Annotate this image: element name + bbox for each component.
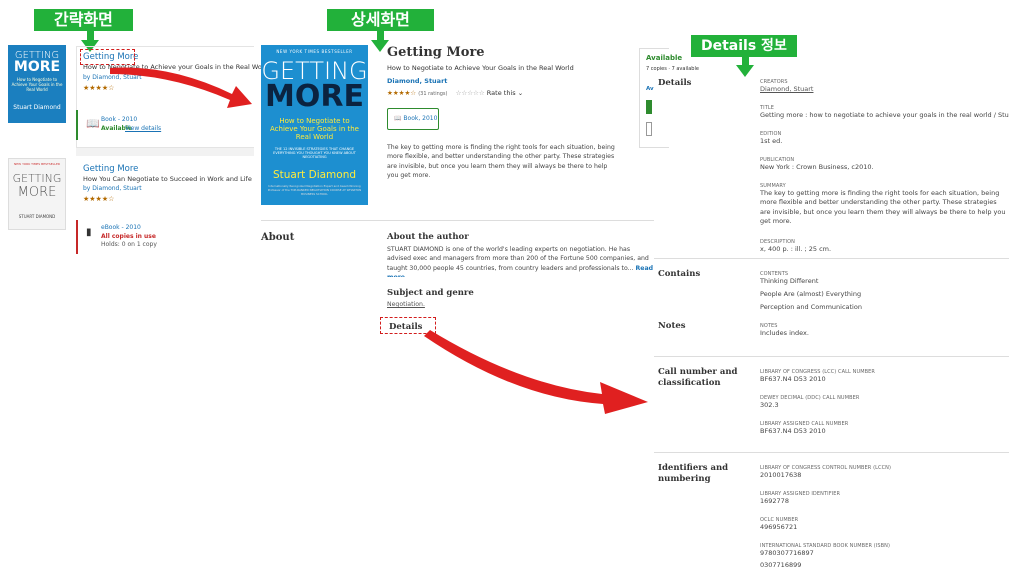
- item2-subtitle: How You Can Negotiate to Succeed in Work…: [83, 175, 252, 183]
- cover-line2: MORE: [13, 58, 61, 75]
- item1-author[interactable]: by Diamond, Stuart: [83, 74, 142, 81]
- place-hold-button[interactable]: [646, 100, 652, 114]
- subject-negotiation-link[interactable]: Negotiation.: [387, 301, 425, 308]
- contents-item: Thinking Different: [760, 277, 819, 285]
- book-cover-item1[interactable]: GETTING MORE How to Negotiate to Achieve…: [8, 45, 66, 123]
- notes-value: Includes index.: [760, 329, 809, 337]
- item2-rating-stars: ★★★★☆: [83, 195, 115, 203]
- rate-this-button[interactable]: Rate this ⌄: [487, 89, 523, 97]
- availability-copies: 7 copies · 7 available: [646, 66, 699, 72]
- detail-view-label: 상세화면: [327, 9, 434, 31]
- about-author-heading: About the author: [387, 232, 469, 242]
- rate-stars-input[interactable]: ☆☆☆☆☆: [456, 89, 485, 97]
- contents-item: People Are (almost) Everything: [760, 290, 862, 298]
- book-open-icon: 📖: [86, 117, 100, 130]
- divider: [261, 220, 654, 221]
- notes-heading: Notes: [658, 321, 686, 331]
- detail-subtitle: How to Negotiate to Achieve Your Goals i…: [387, 64, 574, 72]
- cover2-line2: MORE: [17, 185, 57, 200]
- title-value: Getting more : how to negotiate to achie…: [760, 111, 1009, 119]
- details-heading: Details: [658, 78, 692, 88]
- detail-cover-tagline: THE 12 INVISIBLE STRATEGIES THAT CHANGE …: [273, 147, 356, 160]
- book-cover-item2[interactable]: NEW YORK TIMES BESTSELLER GETTING MORE S…: [8, 158, 66, 230]
- detail-title: Getting More: [387, 45, 485, 60]
- notes-field: NOTES Includes index.: [760, 323, 809, 337]
- description-value: x, 400 p. : ill. ; 25 cm.: [760, 244, 832, 253]
- library-id-value: 1692778: [760, 497, 789, 505]
- item2-title-link[interactable]: Getting More: [83, 164, 138, 174]
- creators-link[interactable]: Diamond, Stuart: [760, 85, 1009, 93]
- arrow-details-to-info: [424, 330, 648, 414]
- item1-rating-stars: ★★★★☆: [83, 84, 115, 92]
- identifiers-heading: Identifiers and numbering: [658, 463, 728, 485]
- cover2-top: NEW YORK TIMES BESTSELLER: [14, 162, 60, 166]
- cover-sub: How to Negotiate to Achieve Your Goals i…: [11, 76, 63, 92]
- item2-holds: Holds: 0 on 1 copy: [101, 241, 157, 248]
- brief-view-label: 간략화면: [34, 9, 133, 31]
- details-info-label: Details 정보: [691, 35, 797, 57]
- publication-value: New York : Crown Business, c2010.: [760, 163, 874, 171]
- details-main-fields: CREATORS Diamond, Stuart TITLE Getting m…: [760, 79, 1009, 253]
- about-author-body: STUART DIAMOND is one of the world's lea…: [387, 246, 649, 272]
- isbn-value: 9780307716897: [760, 549, 814, 557]
- oclc-value: 496956721: [760, 523, 798, 531]
- edition-value: 1st ed.: [760, 137, 783, 145]
- format-book-label: Book, 2010: [403, 115, 438, 122]
- subject-genre-heading: Subject and genre: [387, 288, 474, 298]
- item1-view-details-link[interactable]: View details: [125, 125, 161, 132]
- detail-rating-row: ★★★★☆ (31 ratings) ☆☆☆☆☆ Rate this ⌄: [387, 89, 523, 97]
- secondary-button[interactable]: [646, 122, 652, 136]
- detail-ratings-count: (31 ratings): [418, 91, 448, 97]
- detail-cover-line2: MORE: [265, 78, 364, 114]
- tablet-icon: ▮: [86, 227, 92, 238]
- about-heading: About: [261, 232, 295, 243]
- detail-cover-top: NEW YORK TIMES BESTSELLER: [276, 49, 353, 54]
- lcc-value: BF637.N4 D53 2010: [760, 375, 826, 383]
- call-number-fields: LIBRARY OF CONGRESS (LCC) CALL NUMBER BF…: [760, 369, 875, 435]
- divider: [654, 258, 1009, 259]
- isbn-value: 0307716899: [760, 561, 802, 567]
- ddc-value: 302.3: [760, 401, 779, 409]
- availability-av-link[interactable]: Av: [646, 86, 654, 92]
- detail-cover-author: Stuart Diamond: [272, 169, 357, 182]
- item2-status: All copies in use: [101, 233, 156, 240]
- item1-subtitle: How to Negotiate to Achieve your Goals i…: [83, 63, 271, 71]
- detail-cover-sub: How to Negotiate to Achieve Your Goals i…: [270, 117, 359, 142]
- identifiers-heading-line1: Identifiers and: [658, 463, 729, 473]
- detail-author-link[interactable]: Diamond, Stuart: [387, 77, 447, 85]
- detail-cover-foot: Internationally Recognized Negotiation E…: [267, 184, 362, 197]
- contains-heading: Contains: [658, 269, 701, 279]
- library-call-value: BF637.N4 D53 2010: [760, 427, 826, 435]
- about-author-text: STUART DIAMOND is one of the world's lea…: [387, 245, 654, 277]
- list-separator: [76, 148, 254, 156]
- detail-stars: ★★★★☆: [387, 89, 417, 97]
- contents-field: CONTENTS Thinking Different People Are (…: [760, 271, 862, 311]
- contents-item: Perception and Communication: [760, 303, 862, 311]
- cover-author: Stuart Diamond: [13, 103, 61, 111]
- detail-book-cover: NEW YORK TIMES BESTSELLER GETTING MORE H…: [261, 45, 368, 205]
- details-label-arrow: [736, 65, 754, 77]
- call-heading-line2: classification: [658, 378, 721, 389]
- divider: [654, 356, 1009, 357]
- cover2-author: STUART DIAMOND: [18, 214, 56, 219]
- item2-format-link[interactable]: eBook - 2010: [101, 224, 141, 231]
- summary-value: The key to getting more is finding the r…: [760, 189, 1006, 226]
- identifiers-heading-line2: numbering: [658, 474, 711, 485]
- call-heading-line1: Call number and: [658, 367, 738, 377]
- item2-author[interactable]: by Diamond, Stuart: [83, 185, 142, 192]
- availability-panel: [639, 48, 669, 148]
- identifier-fields: LIBRARY OF CONGRESS CONTROL NUMBER (LCCN…: [760, 465, 891, 567]
- call-number-heading: Call number and classification: [658, 367, 737, 389]
- format-book-button[interactable]: 📖 Book, 2010: [387, 108, 439, 130]
- lccn-value: 2010017638: [760, 471, 802, 479]
- book-icon: 📖: [394, 115, 402, 122]
- highlight-details-box: [380, 317, 436, 334]
- item1-format-link[interactable]: Book - 2010: [101, 116, 137, 123]
- divider: [654, 452, 1009, 453]
- cover2-line1: GETTING: [12, 172, 62, 185]
- availability-title: Available: [646, 54, 683, 62]
- detail-description: The key to getting more is finding the r…: [387, 144, 615, 179]
